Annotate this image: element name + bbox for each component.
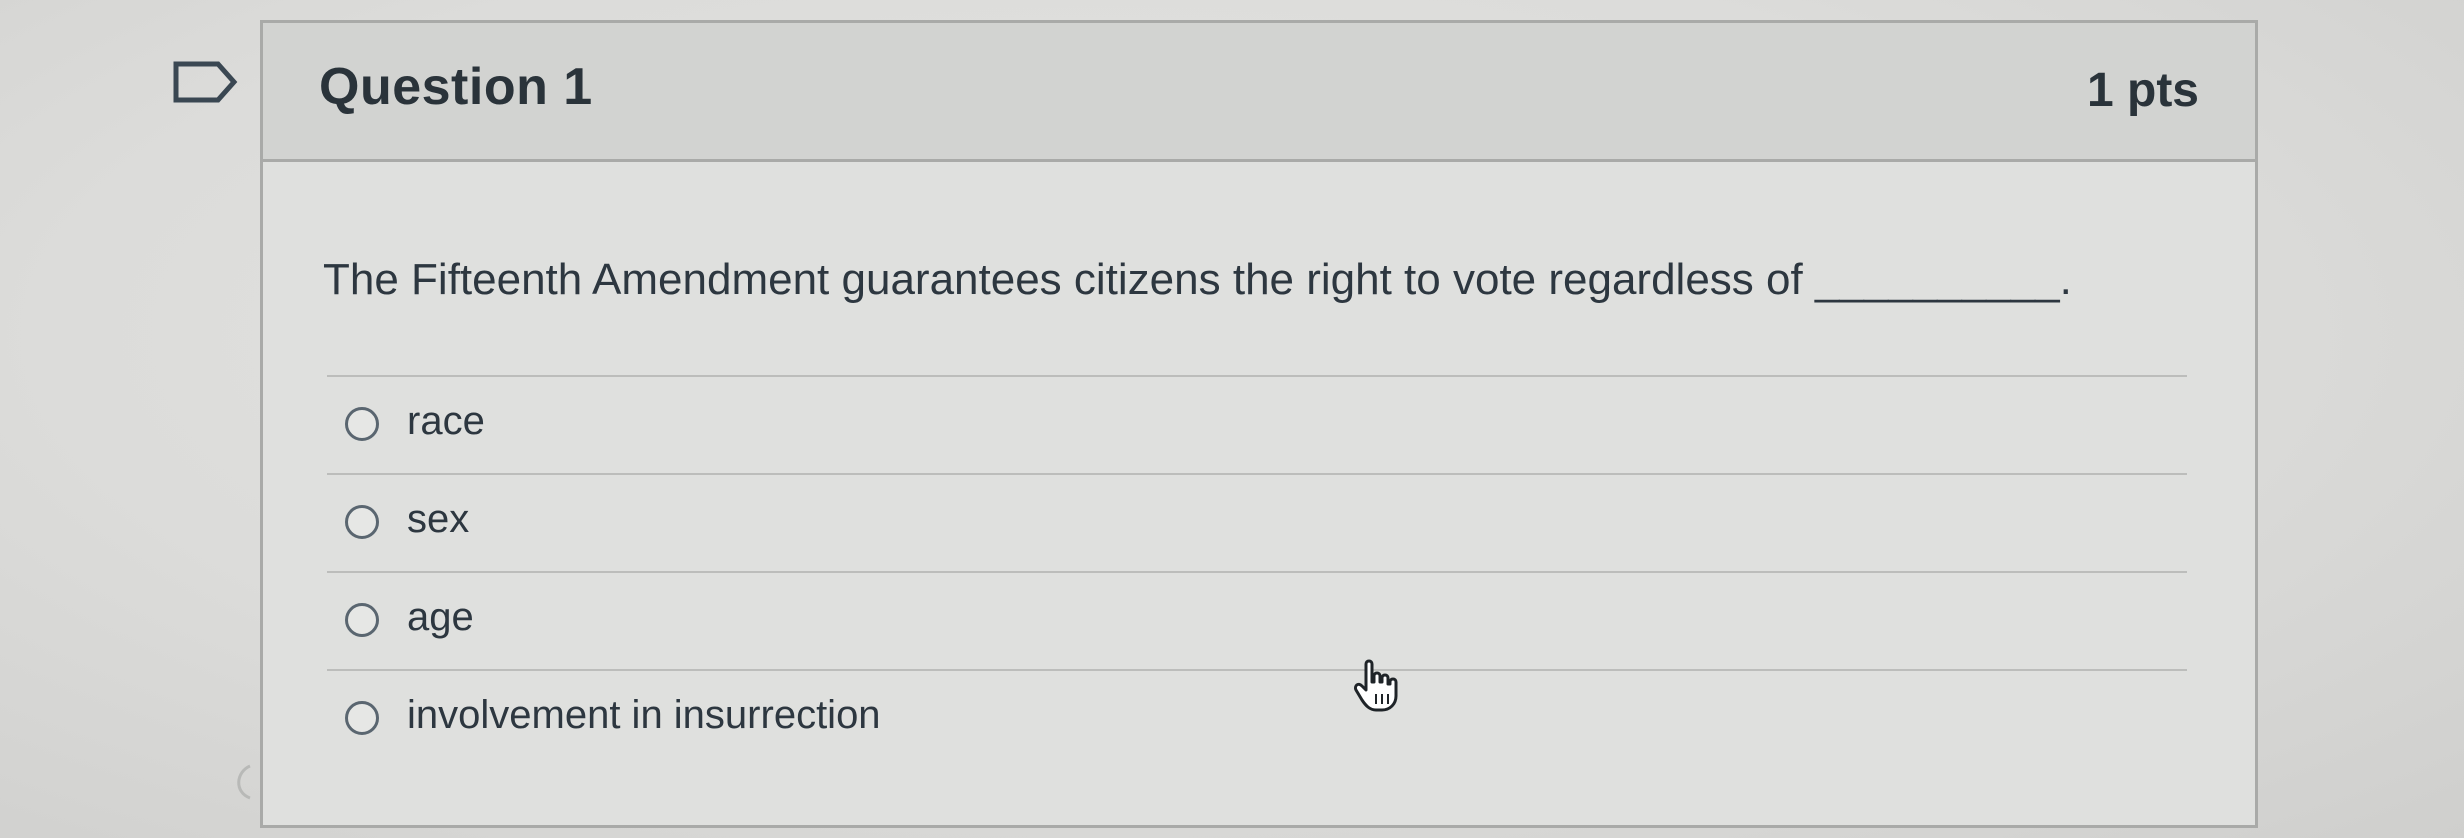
question-text: The Fifteenth Amendment guarantees citiz… bbox=[323, 255, 2072, 304]
answer-option-sex[interactable]: sex bbox=[327, 473, 2187, 571]
radio-unchecked-icon[interactable] bbox=[345, 505, 379, 539]
answer-option-age[interactable]: age bbox=[327, 571, 2187, 669]
answer-label[interactable]: sex bbox=[407, 497, 469, 542]
radio-unchecked-icon[interactable] bbox=[345, 407, 379, 441]
radio-unchecked-icon[interactable] bbox=[345, 701, 379, 735]
hand-pointer-icon bbox=[1354, 659, 1398, 712]
question-card: Question 1 1 pts The Fifteenth Amendment… bbox=[260, 20, 2258, 828]
flag-question-icon[interactable] bbox=[172, 60, 238, 104]
answer-option-race[interactable]: race bbox=[327, 375, 2187, 473]
answer-list: race sex age involvement in insurrection bbox=[327, 375, 2187, 767]
page-edge-mark bbox=[237, 764, 251, 800]
question-header: Question 1 1 pts bbox=[263, 23, 2255, 162]
answer-label[interactable]: involvement in insurrection bbox=[407, 693, 881, 738]
question-points: 1 pts bbox=[2086, 64, 2199, 117]
radio-unchecked-icon[interactable] bbox=[345, 603, 379, 637]
answer-label[interactable]: race bbox=[407, 399, 485, 444]
question-title: Question 1 bbox=[319, 58, 593, 116]
answer-label[interactable]: age bbox=[407, 595, 474, 640]
answer-option-involvement[interactable]: involvement in insurrection bbox=[327, 669, 2187, 767]
